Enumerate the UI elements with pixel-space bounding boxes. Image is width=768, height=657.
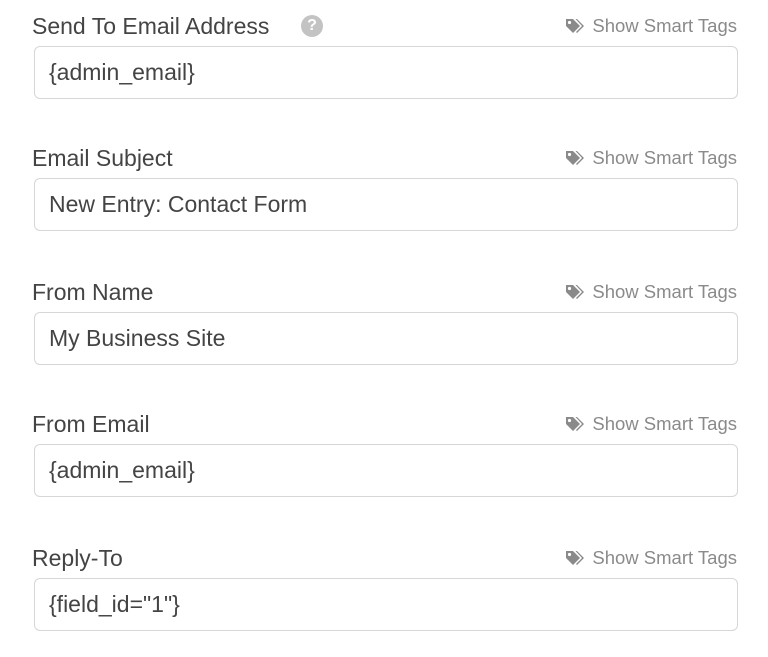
field-label: Reply-To	[32, 545, 123, 571]
field-label: From Email	[32, 411, 150, 437]
smart-tags-label: Show Smart Tags	[592, 147, 737, 168]
field-label: Email Subject	[32, 145, 173, 171]
field-from-name: From Name Show Smart Tags	[0, 274, 768, 384]
tags-icon	[566, 551, 585, 565]
show-smart-tags-link[interactable]: Show Smart Tags	[565, 406, 737, 442]
show-smart-tags-link[interactable]: Show Smart Tags	[565, 8, 737, 44]
show-smart-tags-link[interactable]: Show Smart Tags	[565, 140, 737, 176]
tags-icon	[566, 151, 585, 165]
smart-tags-label: Show Smart Tags	[592, 15, 737, 36]
question-circle-icon[interactable]: ?	[301, 15, 323, 37]
from-name-input[interactable]	[34, 312, 738, 365]
from-email-input[interactable]	[34, 444, 738, 497]
smart-tags-label: Show Smart Tags	[592, 547, 737, 568]
email-subject-input[interactable]	[34, 178, 738, 231]
field-email-subject: Email Subject Show Smart Tags	[0, 140, 768, 250]
tags-icon	[566, 417, 585, 431]
field-reply-to: Reply-To Show Smart Tags	[0, 540, 768, 650]
smart-tags-label: Show Smart Tags	[592, 413, 737, 434]
field-from-email: From Email Show Smart Tags	[0, 406, 768, 516]
show-smart-tags-link[interactable]: Show Smart Tags	[565, 274, 737, 310]
show-smart-tags-link[interactable]: Show Smart Tags	[565, 540, 737, 576]
tags-icon	[566, 19, 585, 33]
field-label: From Name	[32, 279, 154, 305]
reply-to-input[interactable]	[34, 578, 738, 631]
smart-tags-label: Show Smart Tags	[592, 281, 737, 302]
field-label: Send To Email Address	[32, 13, 270, 39]
send-to-email-input[interactable]	[34, 46, 738, 99]
field-send-to-email: Send To Email Address ? Show Smart Tags	[0, 8, 768, 118]
tags-icon	[566, 285, 585, 299]
